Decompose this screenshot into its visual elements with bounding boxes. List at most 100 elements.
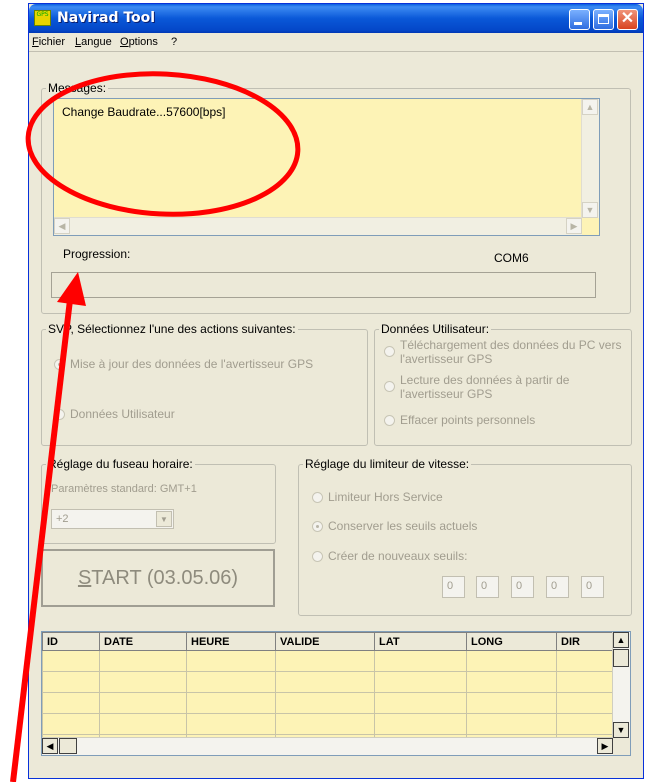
table-cell[interactable] — [374, 692, 467, 714]
table-cell[interactable] — [275, 650, 375, 672]
table-vscrollbar[interactable]: ▲ ▼ — [612, 632, 630, 738]
table-row[interactable] — [42, 713, 614, 735]
table-cell[interactable] — [43, 756, 100, 757]
message-line: Change Baudrate...57600[bps] — [62, 105, 226, 119]
scroll-corner — [613, 738, 630, 755]
radio-dot — [384, 346, 395, 357]
column-header-date[interactable]: DATE — [99, 632, 187, 651]
data-grid[interactable]: ID DATE HEURE VALIDE LAT LONG DIR ▲ ▼ ◀ … — [41, 631, 631, 756]
scroll-right-arrow[interactable]: ▶ — [597, 738, 613, 754]
menu-fichier[interactable]: Fichier — [32, 36, 65, 48]
table-cell[interactable] — [556, 671, 614, 693]
table-cell[interactable] — [186, 713, 276, 735]
radio-read-gps[interactable]: Lecture des données à partir de l'averti… — [384, 373, 626, 401]
table-cell[interactable] — [42, 692, 100, 714]
scroll-up-arrow[interactable]: ▲ — [582, 99, 598, 115]
table-cell[interactable] — [375, 756, 467, 757]
table-cell[interactable] — [186, 671, 276, 693]
minimize-button[interactable] — [569, 9, 590, 30]
table-cell[interactable] — [374, 671, 467, 693]
table-cell[interactable] — [466, 713, 557, 735]
threshold-input-5[interactable]: 0 — [581, 576, 604, 598]
column-header-long[interactable]: LONG — [466, 632, 557, 651]
table-cell[interactable] — [275, 671, 375, 693]
column-header-heure[interactable]: HEURE — [186, 632, 276, 651]
messages-textarea[interactable]: Change Baudrate...57600[bps] ▲ ▼ ◀ ▶ — [53, 98, 600, 236]
table-cell[interactable] — [556, 692, 614, 714]
scroll-up-arrow[interactable]: ▲ — [613, 632, 629, 648]
scroll-thumb[interactable] — [613, 649, 629, 667]
radio-dot — [54, 359, 65, 370]
table-cell[interactable] — [275, 692, 375, 714]
start-button[interactable]: START (03.05.06) — [41, 549, 275, 607]
table-cell[interactable] — [99, 713, 187, 735]
menu-langue[interactable]: Langue — [75, 36, 112, 48]
radio-new-thresholds[interactable]: Créer de nouveaux seuils: — [312, 549, 467, 563]
threshold-input-2[interactable]: 0 — [476, 576, 499, 598]
title-bar[interactable]: GPS Navirad Tool ✕ — [29, 4, 643, 33]
threshold-input-3[interactable]: 0 — [511, 576, 534, 598]
table-cell[interactable] — [556, 650, 614, 672]
menu-options[interactable]: Options — [120, 36, 158, 48]
actions-group: SVP, Sélectionnez l'une des actions suiv… — [41, 322, 368, 446]
table-cell[interactable] — [466, 650, 557, 672]
table-cell[interactable] — [100, 756, 187, 757]
table-cell[interactable] — [374, 713, 467, 735]
menu-help[interactable]: ? — [171, 36, 177, 48]
table-cell[interactable] — [467, 756, 557, 757]
close-button[interactable]: ✕ — [617, 9, 638, 30]
progression-label: Progression: — [63, 247, 131, 261]
table-cell[interactable] — [42, 650, 100, 672]
table-cell[interactable] — [466, 671, 557, 693]
radio-erase-points[interactable]: Effacer points personnels — [384, 413, 535, 427]
table-cell[interactable] — [99, 692, 187, 714]
table-cell[interactable] — [99, 671, 187, 693]
scroll-thumb[interactable] — [59, 738, 77, 754]
column-header-lat[interactable]: LAT — [374, 632, 467, 651]
menu-bar: Fichier Langue Options ? — [29, 33, 643, 52]
radio-keep-thresholds[interactable]: Conserver les seuils actuels — [312, 519, 477, 533]
table-row[interactable] — [42, 692, 614, 714]
column-header-dir[interactable]: DIR — [556, 632, 614, 651]
column-header-valide[interactable]: VALIDE — [275, 632, 375, 651]
table-row[interactable] — [42, 650, 614, 672]
radio-dot — [312, 521, 323, 532]
radio-limiter-off[interactable]: Limiteur Hors Service — [312, 490, 443, 504]
messages-hscrollbar[interactable]: ◀ ▶ — [54, 217, 582, 235]
table-cell[interactable] — [187, 756, 276, 757]
close-icon: ✕ — [620, 10, 635, 27]
scroll-right-arrow[interactable]: ▶ — [566, 218, 582, 234]
threshold-input-1[interactable]: 0 — [442, 576, 465, 598]
table-hscrollbar[interactable]: ◀ ▶ — [42, 737, 613, 755]
table-cell[interactable] — [466, 692, 557, 714]
table-cell[interactable] — [42, 671, 100, 693]
scroll-left-arrow[interactable]: ◀ — [42, 738, 58, 754]
table-cell[interactable] — [186, 650, 276, 672]
table-cell[interactable] — [556, 713, 614, 735]
table-cell[interactable] — [374, 650, 467, 672]
table-cell[interactable] — [99, 650, 187, 672]
app-icon: GPS — [34, 10, 51, 26]
radio-download-pc[interactable]: Téléchargement des données du PC vers l'… — [384, 338, 626, 366]
table-row[interactable] — [42, 671, 614, 693]
window-title: Navirad Tool — [57, 10, 156, 26]
timezone-select[interactable]: +2 ▼ — [51, 509, 174, 529]
radio-label: Mise à jour des données de l'avertisseur… — [70, 357, 314, 371]
table-cell[interactable] — [276, 756, 375, 757]
table-row[interactable] — [43, 756, 614, 757]
actions-legend: SVP, Sélectionnez l'une des actions suiv… — [48, 322, 296, 336]
radio-update-gps[interactable]: Mise à jour des données de l'avertisseur… — [54, 357, 313, 371]
maximize-button[interactable] — [593, 9, 614, 30]
scroll-left-arrow[interactable]: ◀ — [54, 218, 70, 234]
table-cell[interactable] — [186, 692, 276, 714]
messages-vscrollbar[interactable]: ▲ ▼ — [581, 99, 599, 218]
table-cell[interactable] — [275, 713, 375, 735]
radio-user-data[interactable]: Données Utilisateur — [54, 407, 175, 421]
threshold-input-4[interactable]: 0 — [546, 576, 569, 598]
table-cell[interactable] — [42, 713, 100, 735]
scroll-down-arrow[interactable]: ▼ — [582, 202, 598, 218]
table-cell[interactable] — [557, 756, 614, 757]
column-header-id[interactable]: ID — [42, 632, 100, 651]
scroll-down-arrow[interactable]: ▼ — [613, 722, 629, 738]
dropdown-arrow[interactable]: ▼ — [156, 511, 172, 527]
